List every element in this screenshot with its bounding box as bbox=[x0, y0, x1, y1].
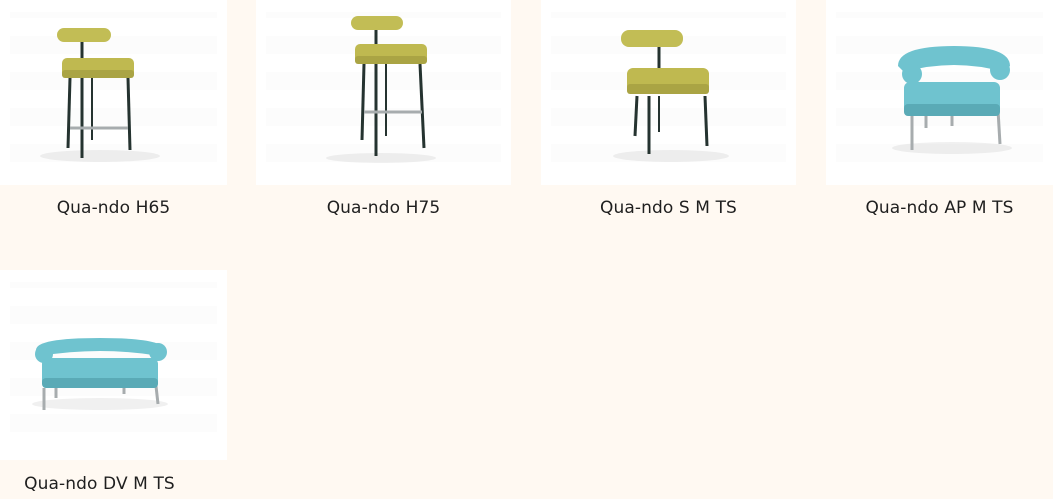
product-name-h65[interactable]: Qua-ndo H65 bbox=[0, 198, 227, 218]
product-card-h75[interactable]: Qua-ndo H75 bbox=[256, 0, 511, 230]
product-image-ap-m-ts[interactable] bbox=[826, 0, 1053, 185]
product-grid: Qua-ndo H65 Qua-ndo H75 Qua-ndo S M TS Q… bbox=[0, 0, 1053, 499]
product-card-dv-m-ts[interactable]: Qua-ndo DV M TS bbox=[0, 270, 227, 499]
product-name-h75[interactable]: Qua-ndo H75 bbox=[256, 198, 511, 218]
product-card-h65[interactable]: Qua-ndo H65 bbox=[0, 0, 227, 230]
product-name-ap-m-ts[interactable]: Qua-ndo AP M TS bbox=[826, 198, 1053, 218]
product-image-dv-m-ts[interactable] bbox=[0, 270, 227, 460]
product-card-s-m-ts[interactable]: Qua-ndo S M TS bbox=[541, 0, 796, 230]
product-image-s-m-ts[interactable] bbox=[541, 0, 796, 185]
product-name-dv-m-ts[interactable]: Qua-ndo DV M TS bbox=[0, 474, 213, 494]
product-image-h65[interactable] bbox=[0, 0, 227, 185]
product-name-s-m-ts[interactable]: Qua-ndo S M TS bbox=[541, 198, 796, 218]
product-image-h75[interactable] bbox=[256, 0, 511, 185]
product-card-ap-m-ts[interactable]: Qua-ndo AP M TS bbox=[826, 0, 1053, 230]
